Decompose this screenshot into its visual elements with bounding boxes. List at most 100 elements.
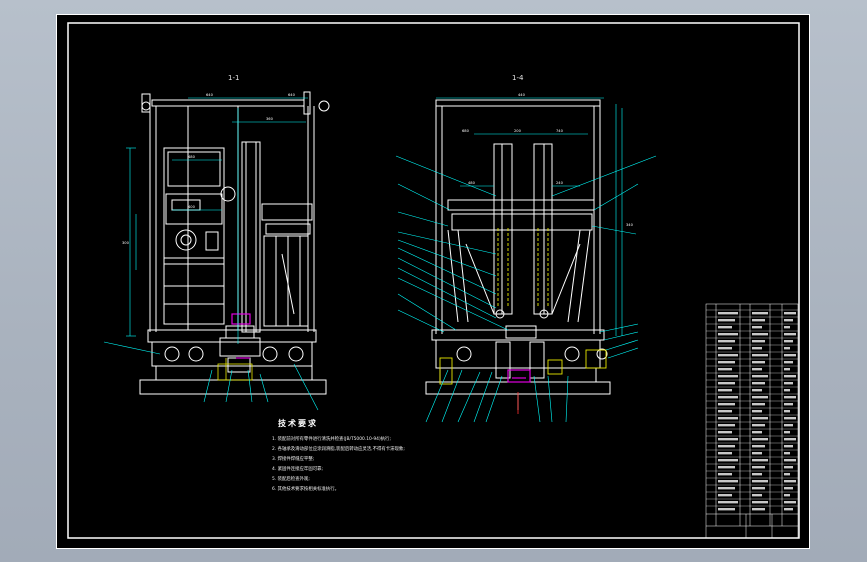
parts-list-cell-text	[752, 459, 768, 462]
right-view-label: 1-4	[512, 74, 524, 82]
parts-list-cell-text	[784, 368, 790, 371]
parts-list-cell-text	[784, 452, 790, 455]
right-dim-5: 440	[518, 93, 526, 97]
tech-req-item-2: 2. 各轴承及滑动部位应涂润滑脂,装配后转动应灵活,不得有卡滞现象;	[272, 445, 405, 452]
parts-list-cell-text	[784, 326, 790, 329]
parts-list-cell-text	[718, 389, 732, 392]
parts-list-cell-text	[752, 452, 762, 455]
tech-req-item-4: 4. 紧固件连接应牢固可靠;	[272, 465, 323, 472]
parts-list-cell-text	[784, 403, 793, 406]
parts-list-cell-text	[718, 354, 738, 357]
parts-list-cell-text	[718, 347, 732, 350]
parts-list-cell-text	[718, 326, 732, 329]
right-dim-4: 240	[556, 181, 564, 185]
parts-list-cell-text	[752, 410, 762, 413]
right-accent-lines	[507, 369, 531, 383]
parts-list-cell-text	[718, 466, 735, 469]
right-dimension-texts: 680 200 740 480 240 440 340	[462, 93, 634, 227]
parts-list-cell-text	[784, 382, 793, 385]
parts-list-cell-text	[718, 473, 732, 476]
left-dim-2: 360	[266, 117, 274, 121]
parts-list-cell-text	[752, 445, 765, 448]
left-view-label: 1-1	[228, 74, 239, 82]
left-hidden-lines	[217, 358, 253, 381]
parts-list-cell-text	[784, 389, 790, 392]
parts-list-cell-text	[784, 501, 796, 504]
parts-list-cell-text	[718, 375, 738, 378]
parts-list-cell-text	[784, 410, 790, 413]
parts-list-cell-text	[784, 480, 796, 483]
drawing-sheet: 1-1 640 640 360 480 400 300 1-4 680 200 …	[56, 14, 810, 549]
left-accent-lines	[231, 313, 251, 359]
parts-list-cell-text	[752, 382, 765, 385]
parts-list-cell-text	[784, 375, 796, 378]
parts-list-cell-text	[718, 410, 732, 413]
parts-list-cell-text	[718, 403, 735, 406]
cad-drawing-canvas: 1-1 640 640 360 480 400 300 1-4 680 200 …	[56, 14, 810, 549]
left-dim-5: 300	[122, 241, 130, 245]
parts-list-cell-text	[718, 438, 738, 441]
parts-list-cell-text	[752, 333, 768, 336]
parts-list-cell-text	[718, 452, 732, 455]
parts-list-cell-text	[784, 340, 793, 343]
parts-list-cell-text	[718, 424, 735, 427]
parts-list-cell-text	[784, 459, 796, 462]
parts-list-cell-text	[784, 445, 793, 448]
parts-list-cell-text	[752, 494, 762, 497]
parts-list-cell-text	[784, 424, 793, 427]
parts-list-cell-text	[752, 417, 768, 420]
parts-list-cell-text	[752, 361, 765, 364]
parts-list-cell-text	[784, 438, 796, 441]
tech-req-item-6: 6. 其他技术要求按相关标准执行。	[272, 485, 339, 492]
tech-req-title: 技术要求	[278, 418, 318, 428]
parts-list-cell-text	[784, 431, 790, 434]
parts-list-cell-text	[784, 466, 793, 469]
parts-list-cell-text	[752, 354, 768, 357]
parts-list-cell-text	[752, 396, 768, 399]
outer-border	[56, 14, 810, 549]
technical-requirements: 技术要求 1. 装配前对所有零件进行清洗并检查(JB/T5000.10-94)执…	[272, 418, 405, 492]
parts-list-cell-text	[752, 312, 768, 315]
parts-list-cell-text	[718, 319, 735, 322]
parts-list-cell-text	[718, 340, 735, 343]
parts-list-cell-text	[752, 508, 765, 511]
parts-list-cell-text	[718, 361, 735, 364]
parts-list-cell-text	[752, 326, 762, 329]
parts-list-cell-text	[718, 487, 735, 490]
parts-list-cell-text	[752, 431, 762, 434]
parts-list-cell-text	[718, 382, 735, 385]
parts-list-cell-text	[752, 368, 762, 371]
left-dim-3: 480	[188, 155, 196, 159]
parts-list-cell-text	[718, 508, 735, 511]
parts-list-cell-text	[718, 368, 732, 371]
parts-list-cell-text	[784, 494, 790, 497]
parts-list-cell-text	[752, 501, 768, 504]
right-dimension-lines	[395, 97, 657, 423]
parts-list-rows	[706, 309, 798, 511]
right-dim-0: 680	[462, 129, 470, 133]
tech-req-item-1: 1. 装配前对所有零件进行清洗并检查(JB/T5000.10-94)执行;	[272, 435, 391, 442]
parts-list-cell-text	[718, 445, 735, 448]
right-section-view: 1-4	[425, 74, 611, 410]
parts-list-cell-text	[752, 340, 765, 343]
right-dim-1: 200	[514, 129, 522, 133]
parts-list-cell-text	[752, 347, 762, 350]
parts-list-cell-text	[784, 312, 796, 315]
parts-list-cell-text	[752, 480, 768, 483]
parts-list-cell-text	[784, 417, 796, 420]
parts-list-cell-text	[784, 354, 796, 357]
parts-list-cell-text	[752, 466, 765, 469]
parts-list-cell-text	[784, 396, 796, 399]
left-dim-1: 640	[288, 93, 296, 97]
parts-list-cell-text	[752, 403, 765, 406]
parts-list-cell-text	[752, 438, 768, 441]
parts-list-cell-text	[718, 431, 732, 434]
parts-list-cell-text	[784, 473, 790, 476]
left-dim-4: 400	[188, 205, 196, 209]
parts-list-cell-text	[718, 312, 738, 315]
left-dimension-lines	[103, 97, 319, 411]
parts-list-cell-text	[752, 424, 765, 427]
right-dim-3: 480	[468, 181, 476, 185]
parts-list-cell-text	[784, 333, 796, 336]
parts-list-cell-text	[752, 473, 762, 476]
